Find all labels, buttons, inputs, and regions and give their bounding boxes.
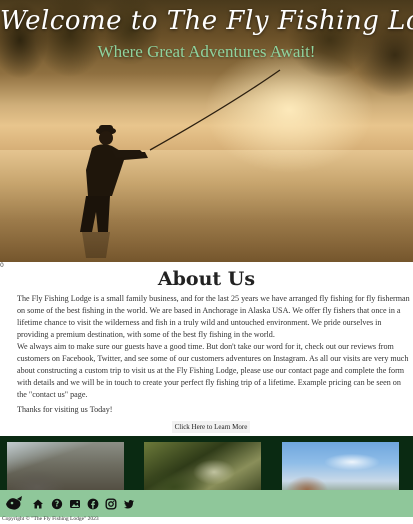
gallery-icon[interactable] (69, 498, 81, 510)
fisherman-image (80, 69, 281, 258)
gallery-image-2[interactable] (144, 442, 261, 494)
hero-banner: Welcome to The Fly Fishing Lodge Where G… (0, 0, 413, 262)
about-paragraph-3: Thanks for visiting us Today! (17, 405, 113, 414)
facebook-icon[interactable] (87, 498, 99, 510)
copyright-text: Copyright © "The Fly Fishing Lodge" 2023 (2, 516, 99, 522)
learn-more-button[interactable]: Click Here to Learn More (172, 421, 250, 433)
hero-title: Welcome to The Fly Fishing Lodge (0, 6, 413, 36)
gallery-image-3[interactable] (282, 442, 399, 494)
lodge-logo-icon[interactable] (4, 495, 24, 513)
footer-nav: ? (0, 490, 413, 517)
about-paragraph-2: We always aim to make sure our guests ha… (17, 342, 409, 399)
twitter-icon[interactable] (123, 498, 135, 510)
photo-gallery (0, 436, 413, 494)
home-icon[interactable] (32, 498, 44, 510)
help-icon[interactable]: ? (51, 498, 63, 510)
instagram-icon[interactable] (105, 498, 117, 510)
svg-text:?: ? (55, 500, 59, 509)
gallery-image-1[interactable] (7, 442, 124, 494)
about-paragraph-1: The Fly Fishing Lodge is a small family … (17, 294, 410, 339)
hero-subtitle: Where Great Adventures Await! (97, 42, 316, 61)
about-heading: About Us (157, 268, 256, 290)
